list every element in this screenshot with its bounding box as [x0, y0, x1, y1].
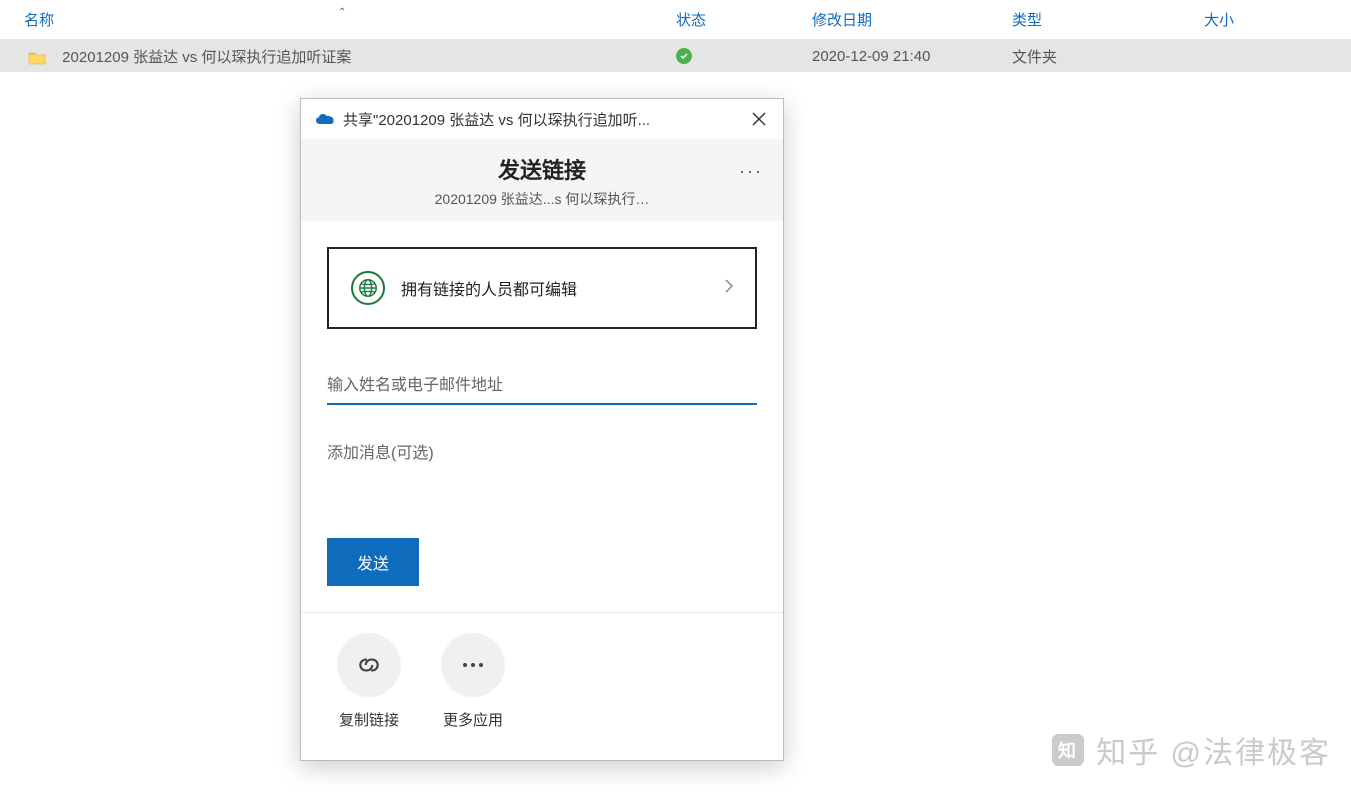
table-row[interactable]: 20201209 张益达 vs 何以琛执行追加听证案 2020-12-09 21…	[0, 40, 1351, 72]
link-icon	[337, 633, 401, 697]
column-header-name[interactable]: 名称 ⌃	[0, 9, 668, 30]
dialog-titlebar: 共享"20201209 张益达 vs 何以琛执行追加听...	[301, 99, 783, 139]
more-apps-button[interactable]: 更多应用	[441, 633, 505, 730]
dialog-title: 共享"20201209 张益达 vs 何以琛执行追加听...	[343, 109, 745, 130]
file-status-cell	[668, 48, 804, 65]
chevron-right-icon	[725, 279, 733, 298]
close-button[interactable]	[745, 105, 773, 133]
globe-icon	[351, 271, 385, 305]
file-explorer-table: 名称 ⌃ 状态 修改日期 类型 大小 20201209 张益达 vs 何以琛执行…	[0, 0, 1351, 72]
zhihu-icon: 知	[1050, 732, 1086, 768]
table-header-row: 名称 ⌃ 状态 修改日期 类型 大小	[0, 0, 1351, 40]
folder-icon	[28, 51, 46, 65]
watermark: 知 知乎 @法律极客	[1050, 728, 1331, 772]
sort-indicator-icon: ⌃	[338, 7, 346, 18]
dialog-subtitle: 20201209 张益达...s 何以琛执行…	[321, 189, 763, 209]
dialog-heading: 发送链接	[321, 153, 763, 185]
send-button[interactable]: 发送	[327, 538, 419, 586]
onedrive-icon	[315, 112, 335, 126]
actions-row: 复制链接 更多应用	[327, 613, 757, 738]
column-header-date[interactable]: 修改日期	[804, 9, 1004, 30]
svg-text:知: 知	[1058, 740, 1078, 761]
column-header-status[interactable]: 状态	[668, 9, 804, 30]
file-date-cell: 2020-12-09 21:40	[804, 48, 1004, 65]
file-type-cell: 文件夹	[1004, 46, 1196, 67]
ellipsis-icon	[441, 633, 505, 697]
column-header-type[interactable]: 类型	[1004, 9, 1196, 30]
copy-link-label: 复制链接	[339, 709, 399, 730]
file-name-cell: 20201209 张益达 vs 何以琛执行追加听证案	[0, 46, 668, 67]
link-settings-text: 拥有链接的人员都可编辑	[401, 276, 685, 300]
recipient-input[interactable]	[327, 369, 757, 405]
more-options-button[interactable]: ···	[739, 161, 763, 182]
dialog-body: 拥有链接的人员都可编辑 发送 复制链接	[301, 221, 783, 760]
column-header-size[interactable]: 大小	[1196, 9, 1326, 30]
watermark-text: 知乎 @法律极客	[1096, 728, 1331, 772]
link-settings-button[interactable]: 拥有链接的人员都可编辑	[327, 247, 757, 329]
file-name-text: 20201209 张益达 vs 何以琛执行追加听证案	[62, 49, 351, 66]
more-apps-label: 更多应用	[443, 709, 503, 730]
copy-link-button[interactable]: 复制链接	[337, 633, 401, 730]
share-dialog: 共享"20201209 张益达 vs 何以琛执行追加听... 发送链接 2020…	[300, 98, 784, 761]
sync-status-icon	[676, 48, 692, 64]
dialog-header: 发送链接 20201209 张益达...s 何以琛执行… ···	[301, 139, 783, 221]
message-input[interactable]	[327, 435, 757, 515]
